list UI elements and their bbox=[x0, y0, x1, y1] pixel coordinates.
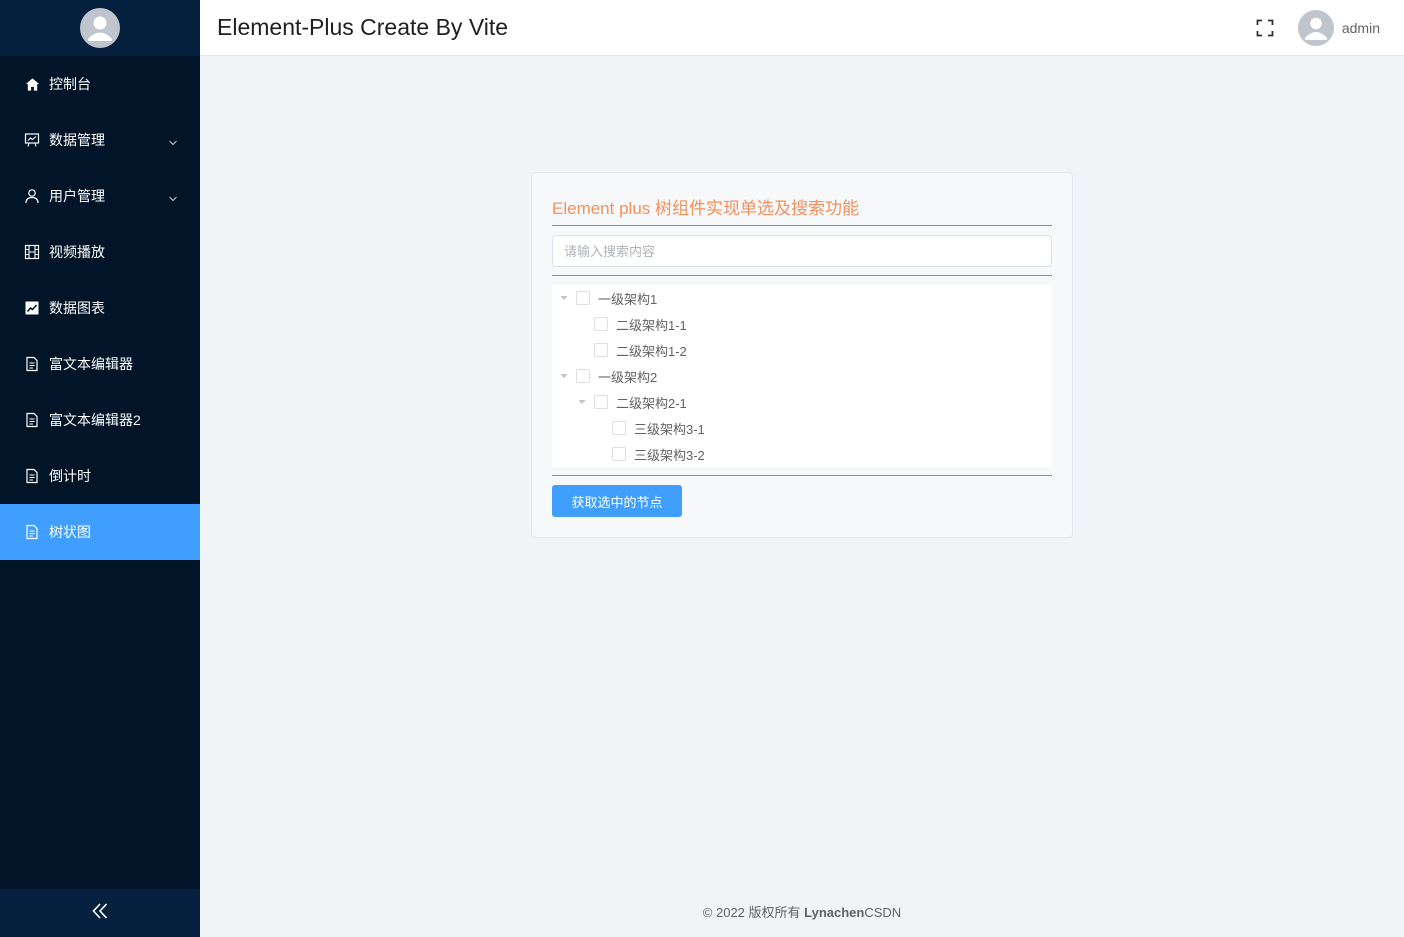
tree-node[interactable]: 二级架构1-2 bbox=[552, 337, 1052, 363]
footer-copyright: © 2022 版权所有 bbox=[702, 905, 805, 920]
double-chevron-left-icon bbox=[90, 901, 110, 926]
sidebar-item-label: 控制台 bbox=[49, 76, 91, 92]
tree-node[interactable]: 二级架构1-1 bbox=[552, 311, 1052, 337]
film-icon bbox=[24, 244, 40, 260]
tree-node[interactable]: 三级架构3-2 bbox=[552, 441, 1052, 467]
caret-down-icon[interactable] bbox=[558, 292, 570, 304]
tree-node-label: 三级架构3-2 bbox=[634, 447, 705, 463]
sidebar-item-video[interactable]: 视频播放 bbox=[0, 224, 200, 280]
logo-avatar-icon bbox=[80, 8, 120, 48]
sidebar-item-chart[interactable]: 数据图表 bbox=[0, 280, 200, 336]
tree-node-label: 二级架构1-1 bbox=[616, 317, 687, 333]
sidebar-item-rich-editor-2[interactable]: 富文本编辑器2 bbox=[0, 392, 200, 448]
sidebar-item-label: 倒计时 bbox=[49, 468, 91, 484]
sidebar-item-label: 数据管理 bbox=[49, 132, 105, 148]
tree-node[interactable]: 一级架构1 bbox=[552, 285, 1052, 311]
footer-csdn-link[interactable]: CSDN bbox=[864, 905, 901, 920]
tree-checkbox[interactable] bbox=[612, 447, 626, 461]
caret-down-icon[interactable] bbox=[576, 396, 588, 408]
header-actions: admin bbox=[1256, 0, 1380, 56]
data-board-icon bbox=[24, 132, 40, 148]
username: admin bbox=[1341, 20, 1380, 36]
user-avatar-icon bbox=[1297, 10, 1334, 46]
tree-checkbox[interactable] bbox=[594, 343, 608, 357]
document-icon bbox=[24, 356, 40, 372]
footer-author: Lynachen bbox=[804, 905, 865, 920]
tree-checkbox[interactable] bbox=[612, 421, 626, 435]
tree-node[interactable]: 二级架构2-1 bbox=[552, 389, 1052, 415]
sidebar-item-label: 富文本编辑器 bbox=[49, 356, 133, 372]
fullscreen-icon[interactable] bbox=[1256, 19, 1274, 37]
tree-node-label: 三级架构3-1 bbox=[634, 421, 705, 437]
user-icon bbox=[24, 188, 40, 204]
tree-checkbox[interactable] bbox=[594, 317, 608, 331]
card-title: Element plus 树组件实现单选及搜索功能 bbox=[552, 199, 859, 218]
tree-checkbox[interactable] bbox=[576, 369, 590, 383]
tree-checkbox[interactable] bbox=[576, 291, 590, 305]
get-selected-nodes-button[interactable]: 获取选中的节点 bbox=[552, 485, 682, 517]
document-icon bbox=[24, 412, 40, 428]
sidebar-item-data-management[interactable]: 数据管理 bbox=[0, 112, 200, 168]
chart-icon bbox=[24, 300, 40, 316]
sidebar-item-dashboard[interactable]: 控制台 bbox=[0, 56, 200, 112]
sidebar-item-label: 视频播放 bbox=[49, 244, 105, 260]
tree-node[interactable]: 三级架构3-1 bbox=[552, 415, 1052, 441]
tree-node[interactable]: 一级架构2 bbox=[552, 363, 1052, 389]
sidebar-item-countdown[interactable]: 倒计时 bbox=[0, 448, 200, 504]
user-menu[interactable]: admin bbox=[1297, 10, 1380, 46]
home-icon bbox=[24, 76, 40, 92]
tree-node-label: 二级架构2-1 bbox=[616, 395, 687, 411]
sidebar-item-rich-editor[interactable]: 富文本编辑器 bbox=[0, 336, 200, 392]
tree-node-label: 一级架构1 bbox=[598, 291, 658, 307]
sidebar-item-label: 富文本编辑器2 bbox=[49, 412, 141, 428]
tree-card: Element plus 树组件实现单选及搜索功能 一级架构1 二级架构1-1 … bbox=[531, 172, 1073, 538]
footer: © 2022 版权所有 LynachenCSDN bbox=[200, 902, 1404, 921]
sidebar-logo bbox=[0, 0, 200, 56]
sidebar: 控制台 数据管理 用户管理 视频播放 数据图表 富文本编辑器 富文本编辑器2 倒… bbox=[0, 0, 200, 937]
chevron-down-icon bbox=[168, 135, 178, 151]
sidebar-item-user-management[interactable]: 用户管理 bbox=[0, 168, 200, 224]
sidebar-collapse-button[interactable] bbox=[0, 889, 200, 937]
app-title: Element-Plus Create By Vite bbox=[217, 14, 509, 40]
divider bbox=[552, 275, 1052, 276]
document-icon bbox=[24, 468, 40, 484]
tree-node-label: 二级架构1-2 bbox=[616, 343, 687, 359]
divider bbox=[552, 475, 1052, 476]
document-icon bbox=[24, 524, 40, 540]
sidebar-item-tree[interactable]: 树状图 bbox=[0, 504, 200, 560]
caret-down-icon[interactable] bbox=[558, 370, 570, 382]
tree-node-label: 一级架构2 bbox=[598, 369, 658, 385]
sidebar-item-label: 树状图 bbox=[49, 524, 91, 540]
divider bbox=[552, 225, 1052, 226]
tree-checkbox[interactable] bbox=[594, 395, 608, 409]
search-input[interactable] bbox=[552, 235, 1052, 267]
chevron-down-icon bbox=[168, 191, 178, 207]
sidebar-item-label: 用户管理 bbox=[49, 188, 105, 204]
tree: 一级架构1 二级架构1-1 二级架构1-2 一级架构2 二级架构2-1 三级架构… bbox=[552, 285, 1052, 467]
top-header: Element-Plus Create By Vite admin bbox=[200, 0, 1404, 56]
sidebar-item-label: 数据图表 bbox=[49, 300, 105, 316]
